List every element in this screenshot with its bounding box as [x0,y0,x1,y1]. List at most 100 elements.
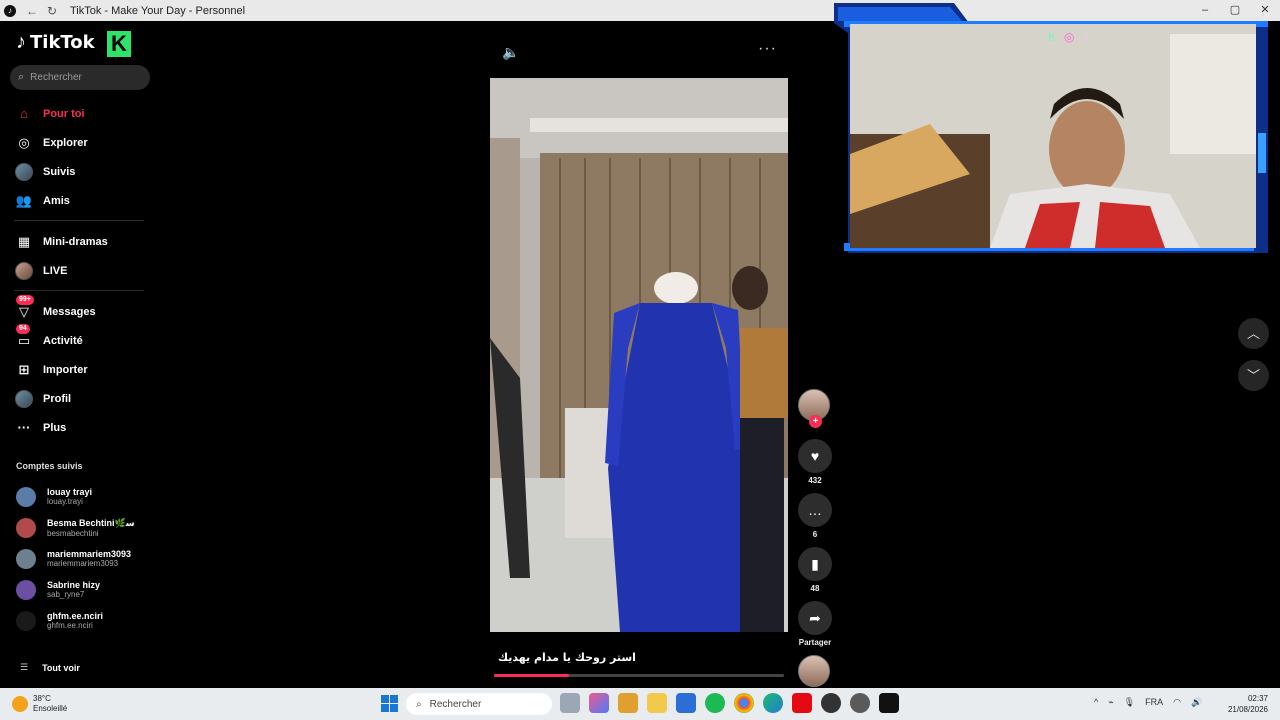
sidebar: ♪ TikTok K ⌕ ⌂ Pour toi ◎ Explorer Suivi… [0,21,160,686]
next-video-chevron-down-icon[interactable]: ﹀ [1238,360,1269,391]
store-icon[interactable] [618,693,638,713]
search-icon: ⌕ [18,71,25,83]
list-icon: ☰ [20,662,29,672]
task-view-icon[interactable] [560,693,580,713]
taskbar-clock[interactable]: 02:37 21/08/2026 [1226,693,1268,715]
heart-icon: ♥ [810,448,820,464]
follow-plus-icon[interactable]: + [809,415,822,428]
nav-item-profil[interactable]: Profil [14,384,149,413]
nav-item-mini-dramas[interactable]: ▦ Mini-dramas [14,227,149,256]
list-item[interactable]: ghfm.ee.nciri ghfm.ee.nciri [16,605,146,636]
netflix-icon[interactable] [792,693,812,713]
search-box[interactable]: ⌕ [10,65,150,90]
bookmark-icon: ▮ [811,555,819,572]
friends-icon: 👥 [15,192,33,208]
messages-badge: 99+ [16,295,34,305]
taskbar-search-label: Rechercher [429,698,482,710]
settings-gear-icon[interactable] [850,693,870,713]
taskbar-search[interactable]: ⌕ Rechercher [406,693,552,715]
search-input[interactable] [30,72,131,83]
comment-button[interactable]: … [798,493,832,527]
following-avatar-icon [14,162,34,182]
sound-avatar[interactable] [798,655,830,687]
reload-icon[interactable]: ↻ [42,4,62,18]
webcam-image [850,24,1256,248]
avatar [16,517,36,538]
share-button[interactable]: ➦ [798,601,832,635]
tiktok-icon: ♪ [1082,30,1089,44]
chrome-icon[interactable] [734,693,754,713]
list-item[interactable]: Besma Bechtini🌿ﺳ besmabechtini [16,512,146,543]
wifi-icon[interactable]: ◠ [1173,697,1181,708]
file-explorer-icon[interactable] [647,693,667,713]
nav-item-explorer[interactable]: ◎ Explorer [14,128,149,157]
weather-condition: Ensoleillé [33,704,68,713]
windows-start-icon[interactable] [381,695,398,712]
clock-date: 21/08/2026 [1227,705,1268,714]
list-item[interactable]: louay trayi louay.trayi [16,481,146,512]
windows-taskbar: 38°C Ensoleillé ⌕ Rechercher ^ ⌁ 🎙 FRA ◠… [0,688,1280,720]
creator-avatar[interactable]: + [798,389,830,428]
more-options-icon[interactable]: ··· [758,40,777,58]
account-name: Sabrine hizy [47,580,101,590]
comment-icon: … [808,502,822,518]
nav-label: Suivis [43,165,76,178]
clock-time: 02:37 [1247,694,1268,703]
video-player[interactable] [490,78,788,632]
nav-item-pour-toi[interactable]: ⌂ Pour toi [14,99,149,128]
list-item[interactable]: Sabrine hizy sab_ryne7 [16,574,146,605]
nav-item-amis[interactable]: 👥 Amis [14,186,149,215]
profile-avatar-icon [14,389,34,409]
see-all-link[interactable]: ☰ Tout voir [20,662,80,673]
account-username: louay.trayi [47,497,83,506]
speaker-icon[interactable]: 🔊 [1191,697,1202,708]
nav-label: Mini-dramas [43,235,108,248]
save-button[interactable]: ▮ [798,547,832,581]
chevron-up-icon[interactable]: ^ [1094,697,1098,708]
previous-video-chevron-up-icon[interactable]: ︿ [1238,318,1269,349]
tiktok-logo[interactable]: ♪ TikTok [16,31,95,54]
avatar [16,486,36,507]
spotify-icon[interactable] [705,693,725,713]
nav-item-plus[interactable]: ··· Plus [14,413,149,442]
following-list: louay trayi louay.trayi Besma Bechtini🌿ﺳ b… [16,481,146,636]
share-label: Partager [798,638,832,647]
like-button[interactable]: ♥ [798,439,832,473]
kick-icon: K [1048,30,1057,44]
like-count: 432 [808,476,822,485]
back-arrow-icon[interactable]: ← [22,4,42,18]
save-count: 48 [810,584,820,593]
nav-item-live[interactable]: LIVE [14,256,149,285]
weather-widget[interactable]: 38°C Ensoleillé [12,694,67,714]
film-icon: ▦ [17,233,31,249]
nav-label: Amis [43,194,70,207]
account-username: mariemmariem3093 [47,559,119,568]
nav-item-messages[interactable]: ▽ 99+ Messages [14,295,149,326]
nav-item-importer[interactable]: ⊞ Importer [14,355,149,384]
nav-label: Pour toi [43,107,85,120]
account-name: ghfm.ee.nciri [47,611,104,621]
language-indicator[interactable]: FRA [1145,697,1163,708]
video-progress-fill [494,674,570,677]
microphone-icon[interactable]: 🎙 [1124,697,1135,708]
list-item[interactable]: mariemmariem3093 mariemmariem3093 [16,543,146,574]
account-username: besmabechtini [47,528,99,538]
app-icon[interactable] [821,693,841,713]
nav-label: Messages [43,305,96,318]
compass-icon: ◎ [18,134,30,150]
system-tray: ^ ⌁ 🎙 FRA ◠ 🔊 [1094,697,1202,708]
nav-label: Activité [43,334,83,347]
nav-item-activite[interactable]: ▭ 94 Activité [14,324,149,355]
video-progress-bar[interactable] [494,674,784,677]
tiktok-taskbar-icon[interactable] [879,693,899,713]
instagram-icon: ◎ [1064,30,1075,44]
copilot-icon[interactable] [589,693,609,713]
edge-icon[interactable] [763,693,783,713]
avatar [16,610,36,631]
tiktok-note-icon: ♪ [16,31,26,53]
network-icon[interactable]: ⌁ [1108,697,1113,708]
nav-item-suivis[interactable]: Suivis [14,157,149,186]
comment-count: 6 [812,530,818,539]
volume-icon[interactable]: 🔈 [502,44,519,61]
mail-icon[interactable] [676,693,696,713]
